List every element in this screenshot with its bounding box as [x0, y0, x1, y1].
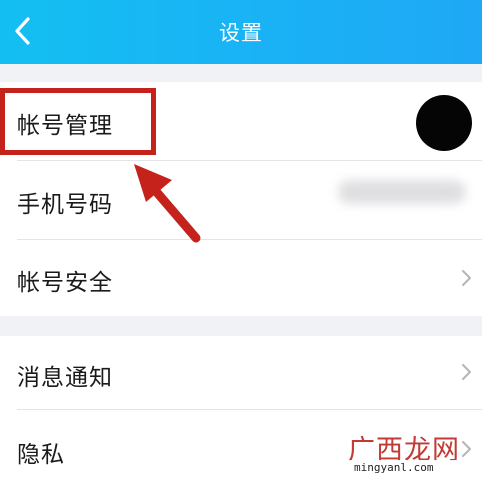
page-title: 设置 — [219, 21, 263, 45]
settings-item-label: 消息通知 — [17, 365, 113, 391]
pointer-arrow-icon — [134, 164, 201, 243]
settings-item-label: 帐号安全 — [17, 270, 113, 296]
watermark: 广西龙网 mingyanl.com — [348, 428, 482, 477]
settings-item-label: 隐私 — [17, 442, 65, 468]
chevron-right-icon — [462, 270, 471, 286]
phone-number-blurred — [338, 180, 466, 204]
settings-item-notifications[interactable]: 消息通知 — [0, 336, 482, 409]
avatar[interactable] — [416, 95, 472, 151]
app-header: 设置 — [0, 0, 482, 64]
settings-item-account-security[interactable]: 帐号安全 — [0, 240, 482, 316]
watermark-url: mingyanl.com — [348, 460, 482, 476]
highlight-box — [0, 88, 156, 155]
chevron-right-icon — [462, 364, 471, 380]
settings-item-label: 手机号码 — [17, 192, 113, 218]
